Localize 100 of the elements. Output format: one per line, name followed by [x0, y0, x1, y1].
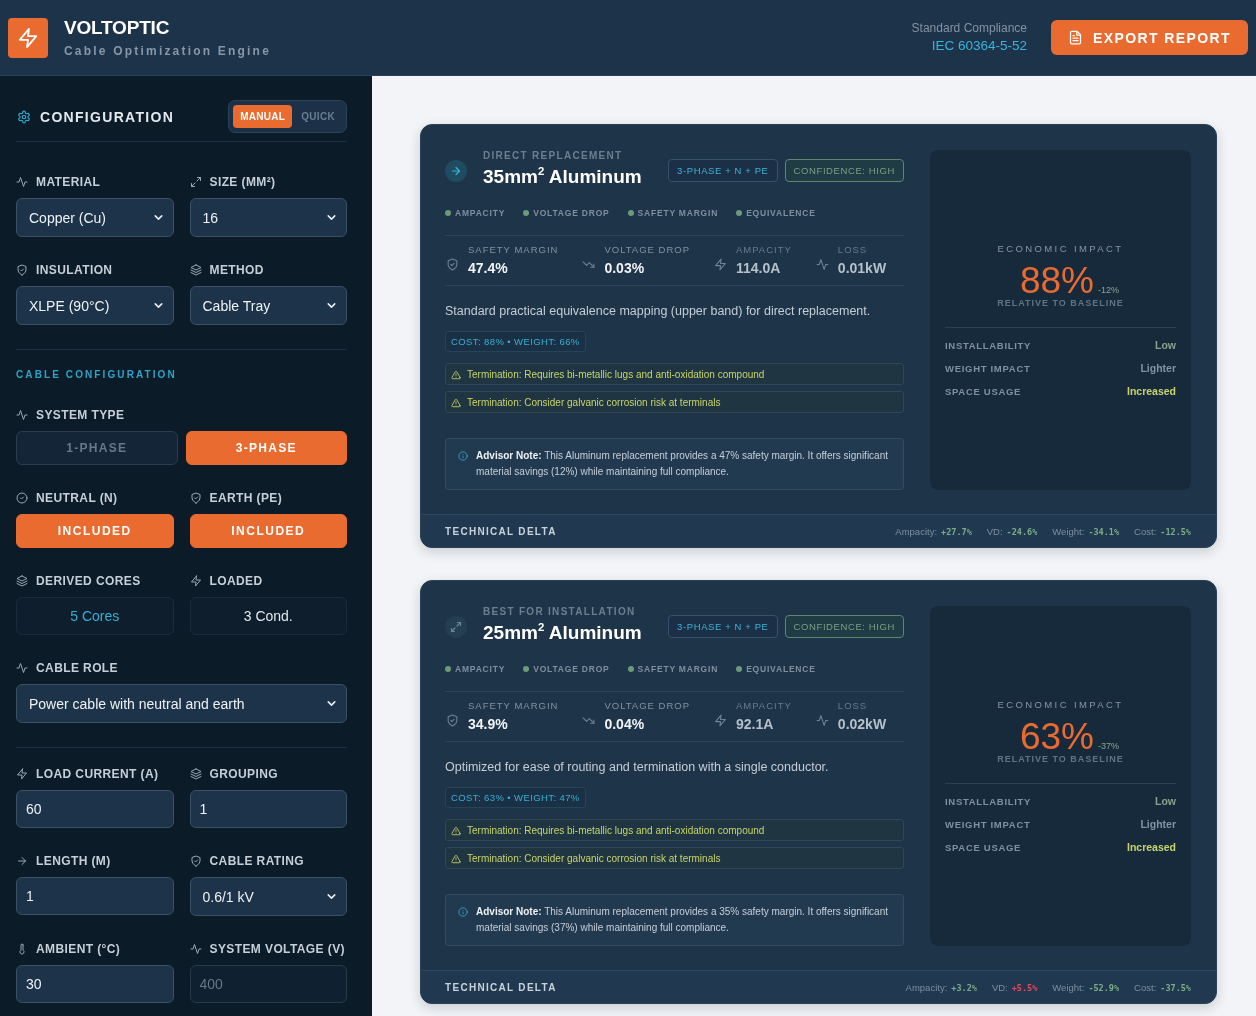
arrow-right-icon: [445, 160, 467, 182]
select-field[interactable]: 0.6/1 kV: [189, 877, 347, 916]
metric-value: 0.03%: [604, 260, 646, 277]
metric-label: SAFETY MARGIN: [468, 244, 559, 256]
field-label: MATERIAL: [36, 175, 101, 189]
field-label: LOADED: [209, 574, 263, 588]
metric-value: 0.02kW: [837, 716, 887, 733]
pulse-icon: [815, 258, 829, 271]
check-label: AMPACITY: [455, 208, 506, 218]
delta-label: Weight:: [1052, 525, 1085, 537]
option-title: 35mm$^{2}$ Aluminum: [483, 165, 642, 189]
delta-value: -37.5%: [1160, 982, 1191, 993]
metric-value: 34.9%: [468, 716, 509, 733]
metric-label: VOLTAGE DROP: [604, 700, 690, 712]
app-title: VOLTOPTIC: [64, 17, 171, 39]
option-category: BEST FOR INSTALLATION: [483, 606, 637, 618]
option-description: Standard practical equivalence mapping (upper band) for direct replacement.: [445, 303, 872, 319]
impact-change: -12%: [1098, 284, 1120, 295]
document-icon: [1068, 30, 1083, 45]
input-field[interactable]: 60: [16, 790, 174, 828]
impact-rating: Increased: [1126, 385, 1176, 397]
lightning-icon: [714, 714, 727, 727]
option-title: 25mm$^{2}$ Aluminum: [483, 621, 642, 645]
impact-rating: Lighter: [1140, 818, 1176, 830]
metric-label: SAFETY MARGIN: [468, 700, 559, 712]
footer-title: TECHNICAL DELTA: [445, 981, 557, 993]
impact-title: ECONOMIC IMPACT: [996, 242, 1125, 255]
delta-value: +27.7%: [941, 526, 972, 537]
input-field[interactable]: 30: [16, 965, 174, 1003]
delta-value: -52.9%: [1088, 982, 1120, 993]
advisor-note-text: Advisor Note: This Aluminum replacement provides a 47% safety margin. It offers significant material savings (12%) while maintaining full compliance.: [476, 449, 890, 479]
shield-check-icon: [189, 492, 202, 504]
field-label: SYSTEM VOLTAGE (V): [209, 942, 345, 956]
pulse-icon: [16, 176, 28, 188]
phase-badge: 3-PHASE + N + PE: [668, 159, 778, 182]
warning-text: Termination: Requires bi-metallic lugs and anti-oxidation compound: [467, 368, 765, 380]
impact-rating: Increased: [1126, 841, 1176, 853]
delta-label: Weight:: [1052, 981, 1085, 993]
field-label: INSULATION: [36, 263, 113, 277]
impact-label: INSTALLABILITY: [945, 795, 1032, 807]
impact-label: SPACE USAGE: [945, 385, 1022, 397]
delta-label: VD:: [986, 525, 1003, 537]
info-icon: [458, 451, 468, 461]
impact-label: WEIGHT IMPACT: [945, 818, 1031, 830]
metric-label: VOLTAGE DROP: [604, 244, 690, 256]
phase-badge: 3-PHASE + N + PE: [668, 615, 778, 638]
delta-label: Ampacity:: [905, 981, 948, 993]
metric-label: AMPACITY: [736, 700, 792, 712]
warning-text: Termination: Consider galvanic corrosion risk at terminals: [467, 852, 721, 864]
warning-icon: [451, 398, 461, 408]
check-label: AMPACITY: [455, 664, 506, 674]
expand-icon: [445, 616, 467, 638]
expand-icon: [189, 176, 202, 188]
info-icon: [458, 907, 468, 917]
select-field[interactable]: Cable Tray: [189, 286, 347, 325]
trending-down-icon: [582, 258, 596, 271]
check-label: VOLTAGE DROP: [533, 208, 610, 218]
warning-text: Termination: Consider galvanic corrosion risk at terminals: [467, 396, 721, 408]
compliance-standard: IEC 60364-5-52: [930, 37, 1027, 54]
select-field[interactable]: Copper (Cu): [16, 198, 174, 237]
delta-label: Ampacity:: [895, 525, 938, 537]
lightning-icon: [189, 575, 202, 587]
field-label: GROUPING: [209, 767, 279, 781]
field-label: DERIVED CORES: [36, 574, 141, 588]
shield-check-icon: [446, 714, 459, 727]
warning-icon: [451, 826, 461, 836]
option-description: Optimized for ease of routing and termination with a single conductor.: [445, 759, 830, 775]
field-label: CABLE ROLE: [36, 661, 118, 675]
field-label: LENGTH (M): [36, 854, 111, 868]
delta-label: Cost:: [1134, 525, 1157, 537]
lightning-logo-icon: [8, 17, 48, 58]
pulse-icon: [16, 662, 28, 674]
field-label: METHOD: [209, 263, 264, 277]
panel-title: CONFIGURATION: [40, 108, 175, 125]
field-label: SIZE (MM²): [209, 175, 276, 189]
select-field[interactable]: 16: [189, 198, 347, 237]
check-label: SAFETY MARGIN: [637, 208, 719, 218]
layers-icon: [16, 575, 28, 587]
select-field[interactable]: Power cable with neutral and earth: [16, 684, 347, 723]
delta-label: Cost:: [1134, 981, 1157, 993]
metric-value: 114.0A: [736, 260, 782, 277]
delta-value: -12.5%: [1160, 526, 1191, 537]
lightning-icon: [714, 258, 727, 271]
check-label: EQUIVALENCE: [746, 208, 816, 218]
input-field[interactable]: 1: [189, 790, 347, 828]
warning-icon: [451, 370, 461, 380]
field-label: SYSTEM TYPE: [36, 408, 125, 422]
metric-value: 47.4%: [468, 260, 509, 277]
check-circle-icon: [16, 492, 28, 504]
cost-weight-chip: COST: 88% • WEIGHT: 66%: [445, 331, 586, 352]
input-field[interactable]: 1: [16, 877, 174, 915]
field-label: CABLE RATING: [209, 854, 305, 868]
thermometer-icon: [16, 943, 28, 955]
field-label: LOAD CURRENT (A): [36, 767, 159, 781]
delta-value: -24.6%: [1006, 526, 1038, 537]
readout-value: 3 Cond.: [189, 597, 347, 635]
compliance-label: Standard Compliance: [911, 21, 1027, 36]
impact-title: ECONOMIC IMPACT: [996, 698, 1125, 711]
footer-title: TECHNICAL DELTA: [445, 525, 557, 537]
select-field[interactable]: XLPE (90°C): [16, 286, 174, 325]
